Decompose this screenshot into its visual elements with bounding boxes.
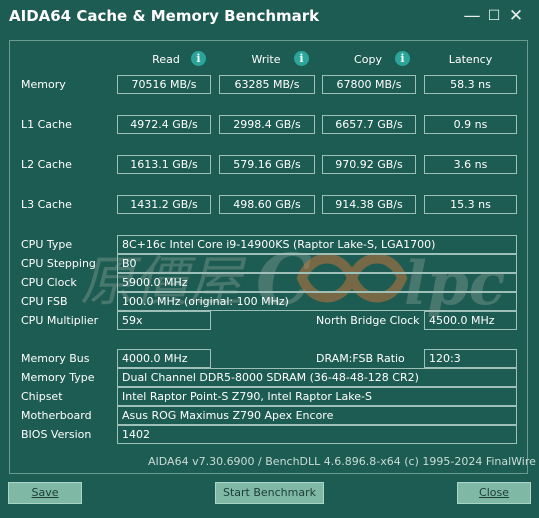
l2-write-value: 579.16 GB/s	[219, 155, 315, 174]
cpu-fsb-label: CPU FSB	[21, 295, 68, 308]
cpu-multiplier-value: 59x	[117, 311, 211, 330]
save-button-label: Save	[31, 486, 59, 499]
memory-type-value: Dual Channel DDR5-8000 SDRAM (36-48-48-1…	[117, 368, 517, 387]
chipset-label: Chipset	[21, 390, 63, 403]
memory-latency-value: 58.3 ns	[424, 75, 517, 94]
l3-copy-value: 914.38 GB/s	[322, 195, 416, 214]
save-button[interactable]: Save	[8, 482, 82, 504]
motherboard-value: Asus ROG Maximus Z790 Apex Encore	[117, 406, 517, 425]
dram-fsb-ratio-label: DRAM:FSB Ratio	[316, 352, 405, 365]
motherboard-label: Motherboard	[21, 409, 92, 422]
version-copyright: AIDA64 v7.30.6900 / BenchDLL 4.6.896.8-x…	[148, 455, 539, 468]
cpu-multiplier-label: CPU Multiplier	[21, 314, 99, 327]
close-window-icon[interactable]: ✕	[503, 4, 529, 28]
bios-version-label: BIOS Version	[21, 428, 92, 441]
close-button-label: Close	[479, 486, 509, 499]
memory-write-value: 63285 MB/s	[219, 75, 315, 94]
l2-latency-value: 3.6 ns	[424, 155, 517, 174]
start-benchmark-button[interactable]: Start Benchmark	[215, 482, 324, 504]
row-label-l2: L2 Cache	[21, 158, 72, 171]
cpu-type-label: CPU Type	[21, 238, 73, 251]
write-info-icon[interactable]: i	[294, 51, 309, 66]
cpu-clock-label: CPU Clock	[21, 276, 77, 289]
copy-info-icon[interactable]: i	[395, 51, 410, 66]
memory-copy-value: 67800 MB/s	[322, 75, 416, 94]
l2-copy-value: 970.92 GB/s	[322, 155, 416, 174]
row-label-memory: Memory	[21, 78, 66, 91]
bios-version-value: 1402	[117, 425, 517, 444]
col-header-read: Read	[152, 53, 180, 66]
start-benchmark-button-label: Start Benchmark	[222, 486, 317, 499]
col-header-write: Write	[251, 53, 281, 66]
close-button[interactable]: Close	[457, 482, 531, 504]
memory-bus-value: 4000.0 MHz	[117, 349, 211, 368]
read-info-icon[interactable]: i	[191, 51, 206, 66]
l1-copy-value: 6657.7 GB/s	[322, 115, 416, 134]
cpu-clock-value: 5900.0 MHz	[117, 273, 517, 292]
window-title: AIDA64 Cache & Memory Benchmark	[9, 7, 320, 25]
l3-latency-value: 15.3 ns	[424, 195, 517, 214]
memory-read-value: 70516 MB/s	[117, 75, 211, 94]
col-header-copy: Copy	[354, 53, 382, 66]
l3-read-value: 1431.2 GB/s	[117, 195, 211, 214]
cpu-type-value: 8C+16c Intel Core i9-14900KS (Raptor Lak…	[117, 235, 517, 254]
l3-write-value: 498.60 GB/s	[219, 195, 315, 214]
row-label-l1: L1 Cache	[21, 118, 72, 131]
l1-write-value: 2998.4 GB/s	[219, 115, 315, 134]
l1-latency-value: 0.9 ns	[424, 115, 517, 134]
memory-type-label: Memory Type	[21, 371, 95, 384]
north-bridge-clock-value: 4500.0 MHz	[424, 311, 517, 330]
memory-bus-label: Memory Bus	[21, 352, 90, 365]
chipset-value: Intel Raptor Point-S Z790, Intel Raptor …	[117, 387, 517, 406]
cpu-stepping-label: CPU Stepping	[21, 257, 96, 270]
cpu-fsb-value: 100.0 MHz (original: 100 MHz)	[117, 292, 517, 311]
dram-fsb-ratio-value: 120:3	[424, 349, 517, 368]
row-label-l3: L3 Cache	[21, 198, 72, 211]
l2-read-value: 1613.1 GB/s	[117, 155, 211, 174]
col-header-latency: Latency	[448, 53, 493, 66]
north-bridge-clock-label: North Bridge Clock	[316, 314, 420, 327]
l1-read-value: 4972.4 GB/s	[117, 115, 211, 134]
title-bar: AIDA64 Cache & Memory Benchmark — ☐ ✕	[0, 0, 539, 34]
cpu-stepping-value: B0	[117, 254, 517, 273]
